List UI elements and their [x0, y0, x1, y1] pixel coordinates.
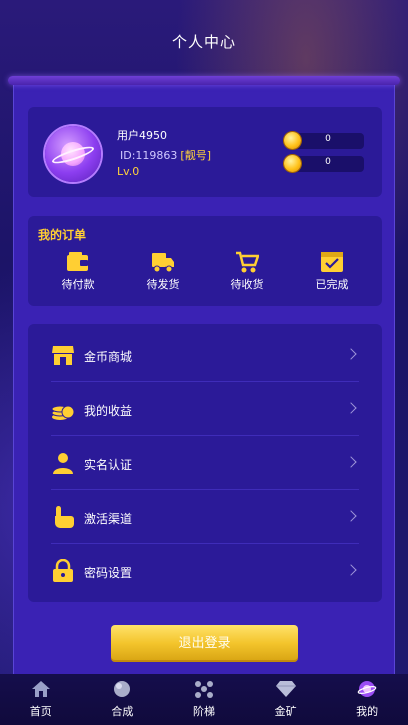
planet-icon — [357, 680, 377, 698]
tab-ladder[interactable]: 阶梯 — [163, 674, 245, 725]
order-pending-receipt[interactable]: 待收货 — [219, 251, 275, 292]
tab-label: 合成 — [111, 705, 134, 718]
header: 个人中心 — [0, 0, 408, 80]
user-level: Lv.0 — [117, 165, 140, 178]
home-icon — [31, 680, 51, 698]
lock-icon — [51, 558, 75, 583]
tab-synthesis[interactable]: 合成 — [82, 674, 164, 725]
truck-icon — [151, 251, 175, 273]
tab-label: 我的 — [356, 705, 379, 718]
logout-button[interactable]: 退出登录 — [111, 625, 298, 662]
menu-label: 激活渠道 — [84, 512, 133, 526]
order-completed[interactable]: 已完成 — [304, 251, 360, 292]
balance-value: 0 — [325, 157, 331, 167]
menu-item-password-settings[interactable]: 密码设置 — [51, 544, 359, 598]
id-tag: [靓号] — [180, 149, 212, 162]
coins-icon — [51, 397, 75, 421]
chevron-right-icon — [345, 456, 357, 468]
chevron-right-icon — [345, 348, 357, 360]
menu-card: 金币商城 我的收益 实名认证 激活渠道 密码设置 — [28, 324, 382, 602]
chevron-right-icon — [345, 510, 357, 522]
user-id: ID:119863 [靓号] — [120, 147, 211, 163]
checked-box-icon — [320, 251, 344, 273]
tab-gold-mine[interactable]: 金矿 — [245, 674, 327, 725]
coin-icon — [284, 132, 301, 149]
profile-card: 用户4950 ID:119863 [靓号] Lv.0 0 0 — [28, 107, 382, 197]
tab-label: 首页 — [29, 705, 52, 718]
user-id-text: ID:119863 — [120, 149, 178, 162]
order-label: 待收货 — [230, 278, 264, 291]
menu-item-my-earnings[interactable]: 我的收益 — [51, 382, 359, 436]
chevron-right-icon — [345, 564, 357, 576]
orders-card: 我的订单 待付款 待发货 待收货 已完成 — [28, 216, 382, 306]
order-label: 已完成 — [315, 278, 349, 291]
bottom-tabbar: 首页 合成 阶梯 金矿 我的 — [0, 674, 408, 725]
menu-label: 金币商城 — [84, 350, 133, 364]
order-label: 待发货 — [146, 278, 180, 291]
balance-row: 0 — [284, 155, 364, 172]
tab-label: 阶梯 — [192, 705, 215, 718]
menu-label: 我的收益 — [84, 404, 133, 418]
cart-icon — [235, 251, 260, 273]
menu-item-gold-shop[interactable]: 金币商城 — [51, 328, 359, 382]
page-title: 个人中心 — [171, 33, 236, 51]
order-label: 待付款 — [61, 278, 95, 291]
menu-label: 实名认证 — [84, 458, 133, 472]
orders-title: 我的订单 — [38, 228, 87, 242]
wallet-icon — [66, 251, 90, 273]
tab-mine[interactable]: 我的 — [326, 674, 408, 725]
balance-value: 0 — [325, 134, 331, 144]
header-divider — [8, 76, 400, 85]
menu-item-activation-channel[interactable]: 激活渠道 — [51, 490, 359, 544]
chevron-right-icon — [345, 402, 357, 414]
diamond-icon — [275, 680, 296, 698]
shop-icon — [51, 343, 75, 367]
nodes-icon — [194, 680, 214, 698]
balance-row: 0 — [284, 132, 364, 149]
tab-label: 金矿 — [274, 705, 297, 718]
username: 用户4950 — [117, 129, 167, 142]
sphere-icon — [112, 680, 132, 698]
avatar[interactable] — [45, 126, 101, 182]
order-pending-payment[interactable]: 待付款 — [50, 251, 106, 292]
user-verify-icon — [51, 451, 75, 475]
menu-item-verification[interactable]: 实名认证 — [51, 436, 359, 490]
order-pending-shipment[interactable]: 待发货 — [135, 251, 191, 292]
coin-icon — [284, 155, 301, 172]
tab-home[interactable]: 首页 — [0, 674, 82, 725]
hand-pointer-icon — [51, 505, 75, 529]
menu-label: 密码设置 — [84, 566, 133, 580]
main-panel: 用户4950 ID:119863 [靓号] Lv.0 0 0 我的订单 待付款 待… — [13, 84, 395, 674]
